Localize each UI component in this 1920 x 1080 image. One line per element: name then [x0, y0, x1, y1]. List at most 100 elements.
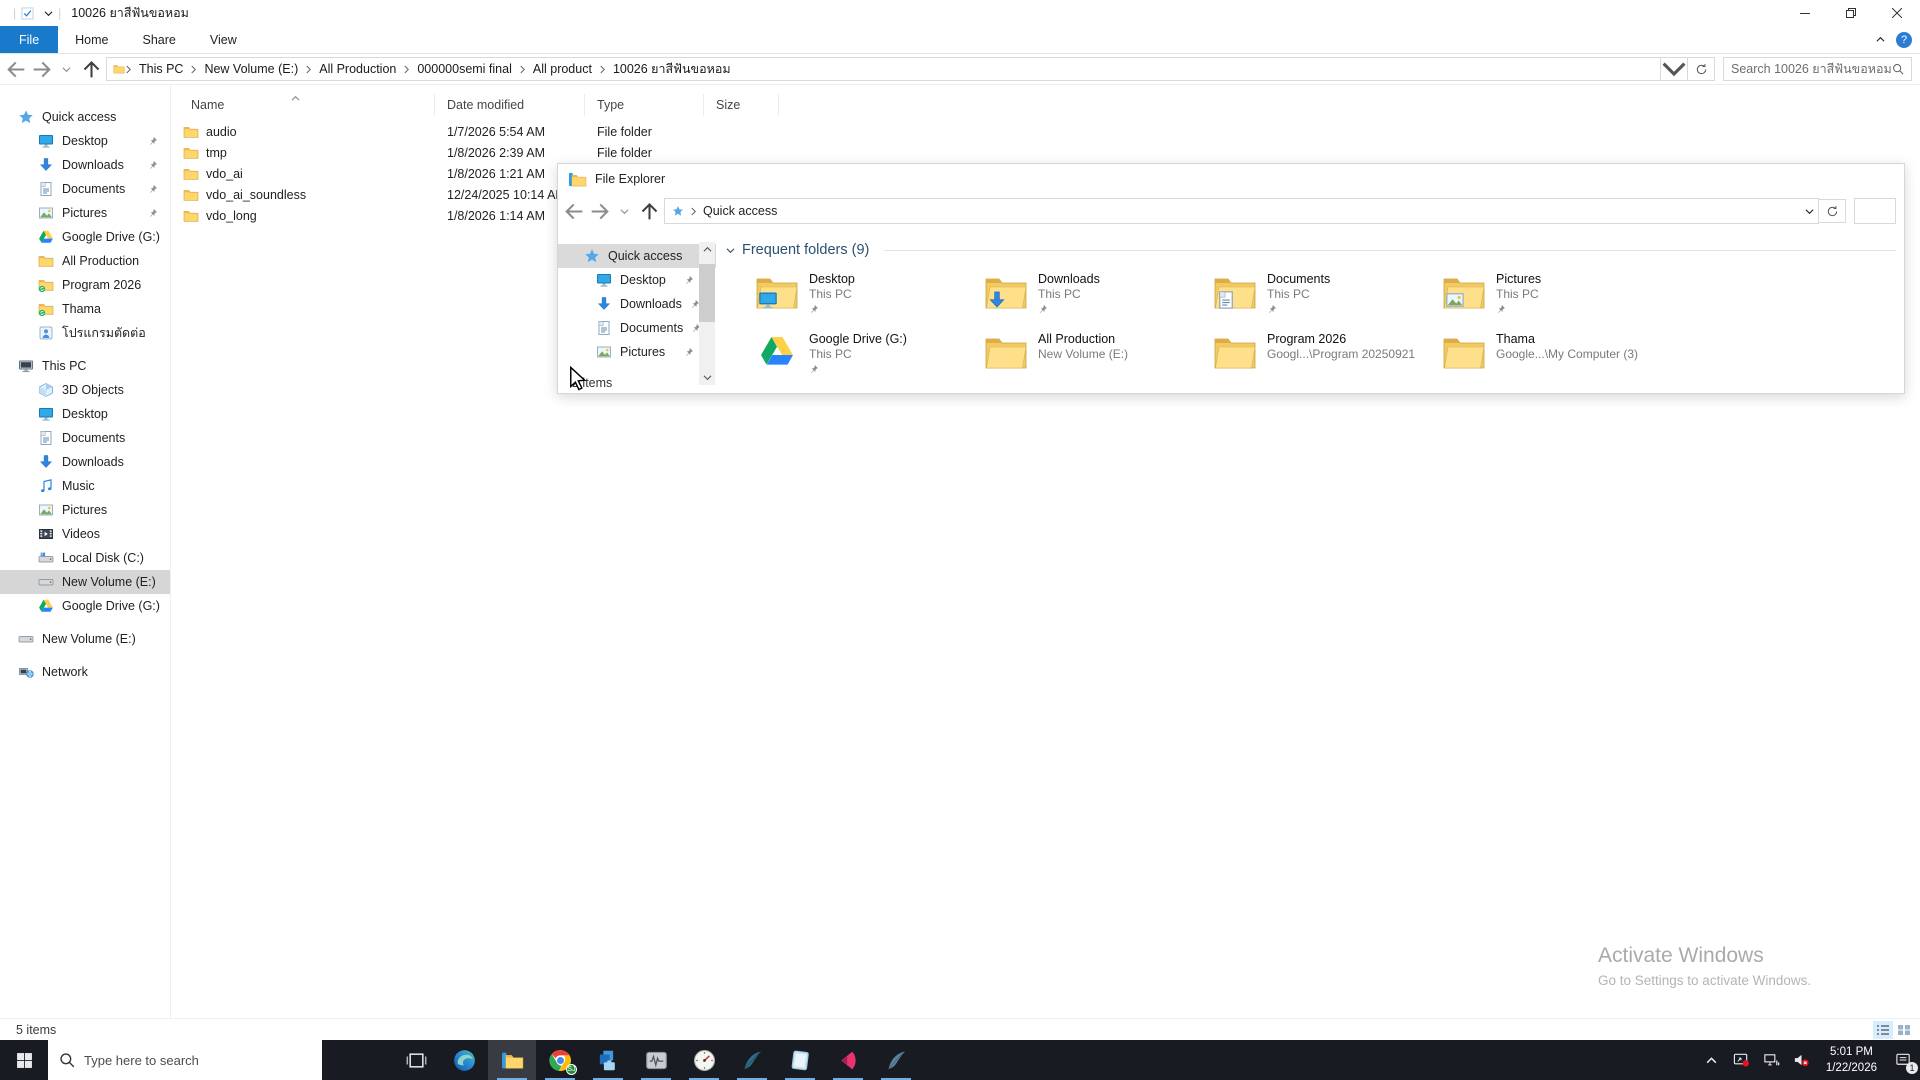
help-icon[interactable]: ? [1896, 31, 1912, 48]
back-icon[interactable] [562, 199, 587, 223]
start-button[interactable] [0, 1040, 48, 1080]
sidebar-item-google-drive-g[interactable]: Google Drive (G:) [0, 225, 170, 249]
column-header-type[interactable]: Type [585, 94, 704, 116]
folder-tile-google-drive-g[interactable]: Google Drive (G:) This PC [756, 332, 985, 373]
taskbar-icon-blue-app[interactable] [584, 1040, 632, 1080]
minimize-button[interactable] [1782, 0, 1828, 26]
frequent-folders-header[interactable]: Frequent folders (9) [726, 242, 1896, 258]
sidebar-item-new-volume-e[interactable]: New Volume (E:) [0, 570, 170, 594]
sidebar-item-documents[interactable]: Documents [0, 177, 170, 201]
taskbar-icon-chrome[interactable]: SJ [536, 1040, 584, 1080]
folder-tile-desktop[interactable]: Desktop This PC [756, 272, 985, 332]
up-icon[interactable] [79, 57, 104, 81]
popup-nav-desktop[interactable]: Desktop [558, 268, 716, 292]
taskbar-search-input[interactable] [84, 1052, 311, 1068]
action-center-icon[interactable]: 1 [1886, 1040, 1920, 1080]
taskbar-icon-feather-app[interactable] [728, 1040, 776, 1080]
column-header-date-modified[interactable]: Date modified [435, 94, 585, 116]
back-icon[interactable] [4, 57, 29, 81]
forward-icon[interactable] [587, 199, 612, 223]
breadcrumb-item-000000semi-final[interactable]: 000000semi final [410, 58, 519, 80]
file-row-tmp[interactable]: tmp 1/8/2026 2:39 AM File folder [171, 142, 1920, 163]
ribbon-tab-share[interactable]: Share [126, 26, 193, 53]
sidebar-item-google-drive-g[interactable]: Google Drive (G:) [0, 594, 170, 618]
refresh-icon[interactable] [1688, 57, 1715, 81]
breadcrumb-item-this-pc[interactable]: This PC [132, 58, 190, 80]
taskbar-icon-gauge-app[interactable] [680, 1040, 728, 1080]
sidebar-item-videos[interactable]: Videos [0, 522, 170, 546]
sidebar-group-new-volume-e[interactable]: New Volume (E:) [0, 627, 170, 651]
folder-tile-documents[interactable]: Documents This PC [1214, 272, 1443, 332]
recent-locations-icon[interactable] [54, 57, 79, 81]
column-header-size[interactable]: Size [704, 94, 779, 116]
taskbar-icon-quill-app[interactable] [872, 1040, 920, 1080]
taskbar-icon-edge[interactable] [440, 1040, 488, 1080]
screenshare-tray-icon[interactable] [1727, 1040, 1757, 1080]
sidebar-group-this-pc[interactable]: This PC [0, 354, 170, 378]
sidebar-item-thama[interactable]: Thama [0, 297, 170, 321]
breadcrumb-item-all-production[interactable]: All Production [312, 58, 403, 80]
address-bar[interactable]: This PC New Volume (E:) All Production 0000… [106, 57, 1661, 81]
popup-address-bar[interactable]: Quick access [664, 198, 1819, 224]
file-row-audio[interactable]: audio 1/7/2026 5:54 AM File folder [171, 121, 1920, 142]
breadcrumb-item-new-volume-e[interactable]: New Volume (E:) [197, 58, 305, 80]
sidebar-item-program-2026[interactable]: Program 2026 [0, 273, 170, 297]
show-hidden-icons-icon[interactable] [1697, 1040, 1727, 1080]
folder-tile-program-2026[interactable]: Program 2026 Googl...\Program 20250921 [1214, 332, 1443, 373]
taskbar-icon-file-explorer[interactable] [488, 1040, 536, 1080]
sidebar-item-all-production[interactable]: All Production [0, 249, 170, 273]
sidebar-item-downloads[interactable]: Downloads [0, 450, 170, 474]
folder-tile-thama[interactable]: Thama Google...\My Computer (3) [1443, 332, 1672, 373]
scrollbar-thumb[interactable] [699, 264, 715, 322]
thumbnails-view-button[interactable] [1894, 1021, 1914, 1039]
folder-tile-downloads[interactable]: Downloads This PC [985, 272, 1214, 332]
sidebar-group-quick-access[interactable]: Quick access [0, 105, 170, 129]
refresh-icon[interactable] [1819, 199, 1846, 223]
scroll-down-icon[interactable] [703, 373, 712, 382]
scroll-up-icon[interactable] [703, 245, 712, 254]
column-header-name[interactable]: Name [171, 94, 435, 116]
close-button[interactable] [1874, 0, 1920, 26]
sidebar-item-local-disk-c[interactable]: Local Disk (C:) [0, 546, 170, 570]
ribbon-tab-home[interactable]: Home [58, 26, 125, 53]
popup-nav-pictures[interactable]: Pictures [558, 340, 716, 364]
folder-tile-pictures[interactable]: Pictures This PC [1443, 272, 1672, 332]
taskbar-icon-media-app[interactable] [824, 1040, 872, 1080]
breadcrumb-item-all-product[interactable]: All product [526, 58, 599, 80]
popup-nav-quick-access[interactable]: Quick access [558, 244, 716, 268]
up-icon[interactable] [637, 199, 662, 223]
sidebar-item-pictures[interactable]: Pictures [0, 498, 170, 522]
taskbar-icon-audio-app[interactable] [632, 1040, 680, 1080]
sidebar-item-desktop[interactable]: Desktop [0, 129, 170, 153]
restore-button[interactable] [1828, 0, 1874, 26]
sidebar-item-item8[interactable]: โปรแกรมตัดต่อ [0, 321, 170, 345]
ribbon-tab-file[interactable]: File [0, 26, 59, 53]
address-dropdown-icon[interactable] [1661, 57, 1688, 81]
details-view-button[interactable] [1873, 1020, 1893, 1039]
customize-qat-button[interactable] [44, 9, 53, 18]
taskbar-icon-task-view[interactable] [392, 1040, 440, 1080]
sidebar-item-desktop[interactable]: Desktop [0, 402, 170, 426]
popup-search-box[interactable] [1854, 198, 1896, 224]
volume-muted-icon[interactable] [1787, 1040, 1817, 1080]
forward-icon[interactable] [29, 57, 54, 81]
sidebar-item-downloads[interactable]: Downloads [0, 153, 170, 177]
sidebar-item-3d-objects[interactable]: 3D Objects [0, 378, 170, 402]
ribbon-tab-view[interactable]: View [193, 26, 254, 53]
network-tray-icon[interactable] [1757, 1040, 1787, 1080]
sidebar-item-pictures[interactable]: Pictures [0, 201, 170, 225]
popup-nav-documents[interactable]: Documents [558, 316, 716, 340]
search-input[interactable] [1731, 62, 1892, 76]
collapse-ribbon-icon[interactable] [1876, 35, 1885, 44]
address-dropdown-icon[interactable] [1805, 207, 1814, 216]
popup-nav-downloads[interactable]: Downloads [558, 292, 716, 316]
properties-button[interactable] [21, 6, 34, 20]
recent-locations-icon[interactable] [612, 199, 637, 223]
sidebar-group-network[interactable]: Network [0, 660, 170, 684]
folder-tile-all-production[interactable]: All Production New Volume (E:) [985, 332, 1214, 373]
sidebar-item-music[interactable]: Music [0, 474, 170, 498]
taskbar-clock[interactable]: 5:01 PM 1/22/2026 [1817, 1040, 1886, 1080]
sidebar-item-documents[interactable]: Documents [0, 426, 170, 450]
taskbar-icon-notes-app[interactable] [776, 1040, 824, 1080]
breadcrumb-item-10026[interactable]: 10026 ยาสีฟันขอหอม [606, 58, 738, 80]
